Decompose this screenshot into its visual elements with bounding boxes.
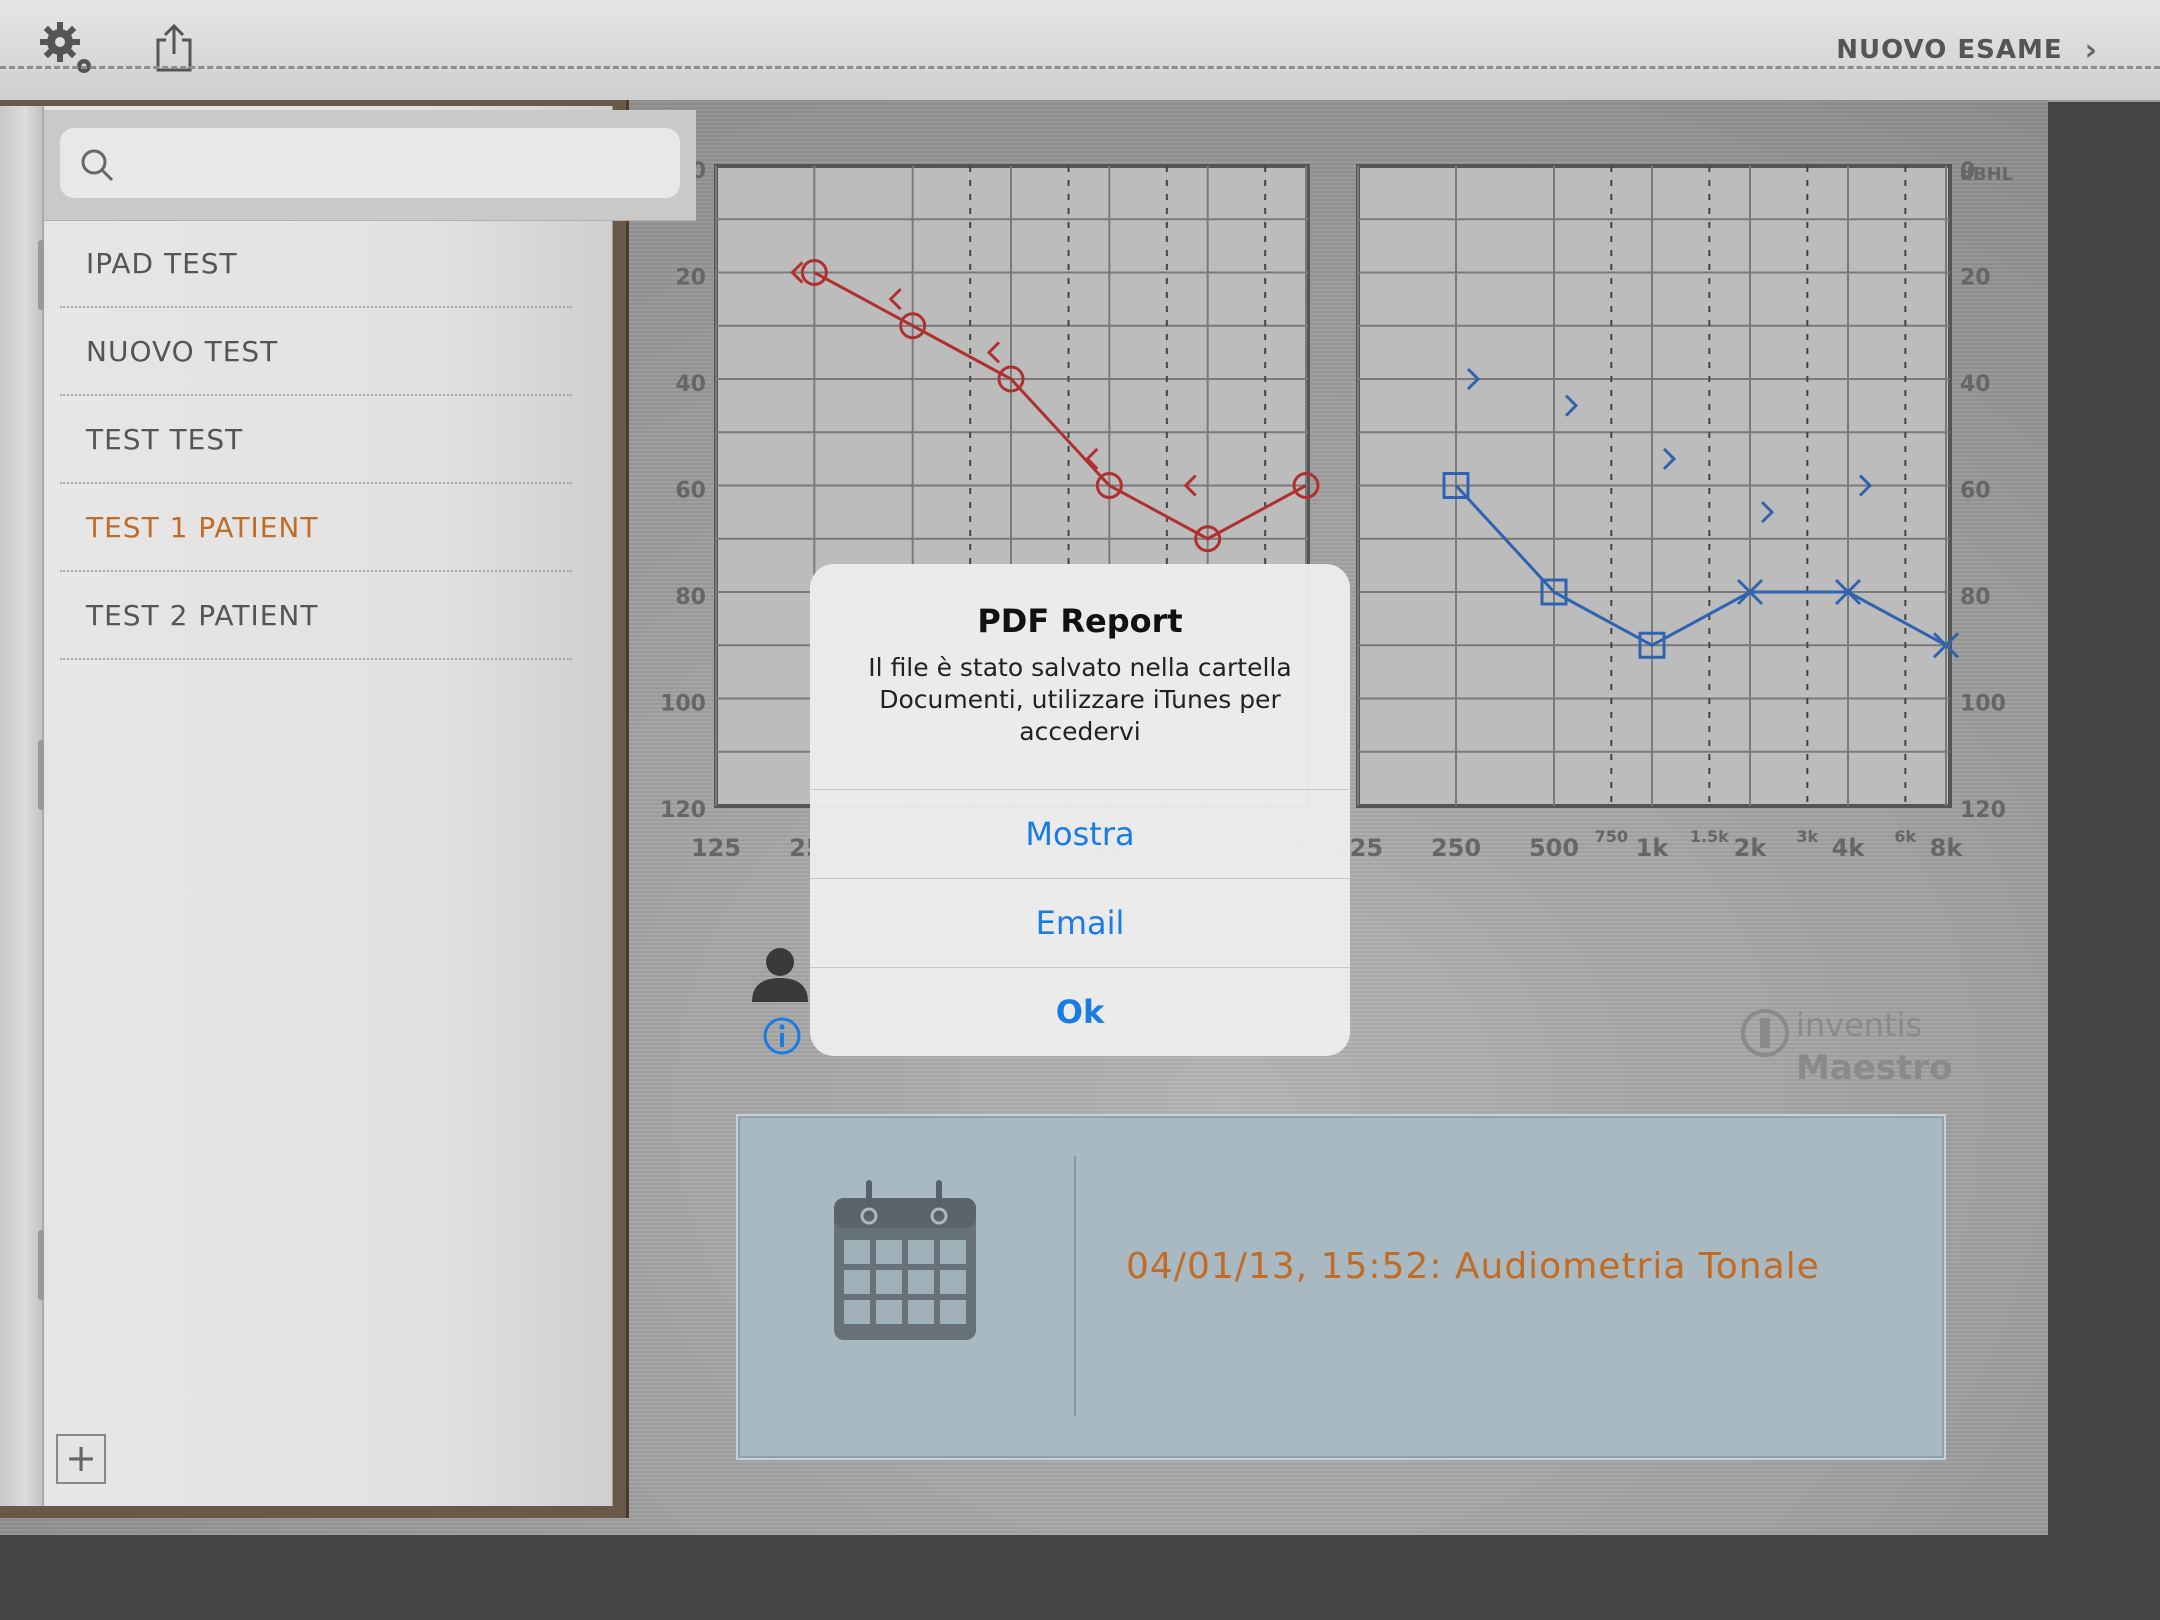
exam-panel: 04/01/13, 15:52: Audiometria Tonale bbox=[736, 1114, 1946, 1460]
y-tick-label: 40 bbox=[675, 372, 706, 397]
binder-ring bbox=[38, 740, 44, 810]
x-tick-label: 2k bbox=[1734, 834, 1768, 862]
y-tick-label: 100 bbox=[1960, 692, 2006, 717]
y-tick-label: 80 bbox=[675, 585, 706, 610]
info-icon[interactable] bbox=[762, 1016, 802, 1060]
brand-logo-text: inventis bbox=[1796, 1006, 1923, 1044]
x-tick-label: 8k bbox=[1930, 834, 1964, 862]
patient-list-item[interactable]: IPAD TEST bbox=[60, 220, 572, 308]
patient-icon[interactable] bbox=[748, 946, 812, 1006]
add-patient-button[interactable]: + bbox=[56, 1434, 106, 1484]
exam-entry[interactable]: 04/01/13, 15:52: Audiometria Tonale bbox=[1126, 1246, 1820, 1287]
y-tick-label: 60 bbox=[1960, 479, 1991, 504]
x-tick-label: 1k bbox=[1636, 834, 1670, 862]
email-button[interactable]: Email bbox=[810, 878, 1350, 967]
patient-list-item[interactable]: NUOVO TEST bbox=[60, 308, 572, 396]
search-bar bbox=[44, 110, 696, 221]
product-logo-text: Maestro bbox=[1796, 1048, 1953, 1088]
y-tick-label: 40 bbox=[1960, 372, 1991, 397]
y-tick-label: 60 bbox=[675, 479, 706, 504]
x-tick-label: 4k bbox=[1832, 834, 1866, 862]
x-tick-label: 750 bbox=[1595, 827, 1628, 846]
y-tick-label: 20 bbox=[1960, 266, 1991, 291]
exam-divider bbox=[1074, 1156, 1076, 1416]
x-tick-label: 6k bbox=[1894, 827, 1916, 846]
pdf-report-dialog: PDF Report Il file è stato salvato nella… bbox=[810, 564, 1350, 1056]
logo-icon bbox=[1740, 1008, 1790, 1062]
search-field[interactable] bbox=[60, 128, 680, 198]
patient-list-item[interactable]: TEST 1 PATIENT bbox=[60, 484, 572, 572]
ok-button[interactable]: Ok bbox=[810, 967, 1350, 1056]
show-button[interactable]: Mostra bbox=[810, 789, 1350, 878]
binder-ring bbox=[38, 240, 44, 310]
x-tick-label: 125 bbox=[691, 834, 741, 862]
x-tick-label: 500 bbox=[1529, 834, 1579, 862]
search-icon bbox=[80, 148, 114, 186]
x-tick-label: 250 bbox=[1431, 834, 1481, 862]
search-input[interactable] bbox=[124, 138, 668, 190]
y-tick-label: 80 bbox=[1960, 585, 1991, 610]
y-axis-label: dBHL bbox=[1960, 164, 2013, 185]
patient-list-item[interactable]: TEST 2 PATIENT bbox=[60, 572, 572, 660]
y-tick-label: 120 bbox=[1960, 798, 2006, 823]
x-tick-label: 1.5k bbox=[1690, 827, 1729, 846]
dialog-title: PDF Report bbox=[977, 602, 1183, 640]
y-tick-label: 20 bbox=[675, 266, 706, 291]
x-tick-label: 3k bbox=[1796, 827, 1818, 846]
dialog-message: Il file è stato salvato nella cartella D… bbox=[868, 653, 1292, 746]
y-tick-label: 120 bbox=[660, 798, 706, 823]
binder-ring bbox=[38, 1230, 44, 1300]
y-tick-label: 100 bbox=[660, 692, 706, 717]
patient-list: IPAD TEST NUOVO TEST TEST TEST TEST 1 PATIE… bbox=[60, 220, 572, 660]
patient-list-item[interactable]: TEST TEST bbox=[60, 396, 572, 484]
calendar-icon bbox=[832, 1178, 978, 1346]
